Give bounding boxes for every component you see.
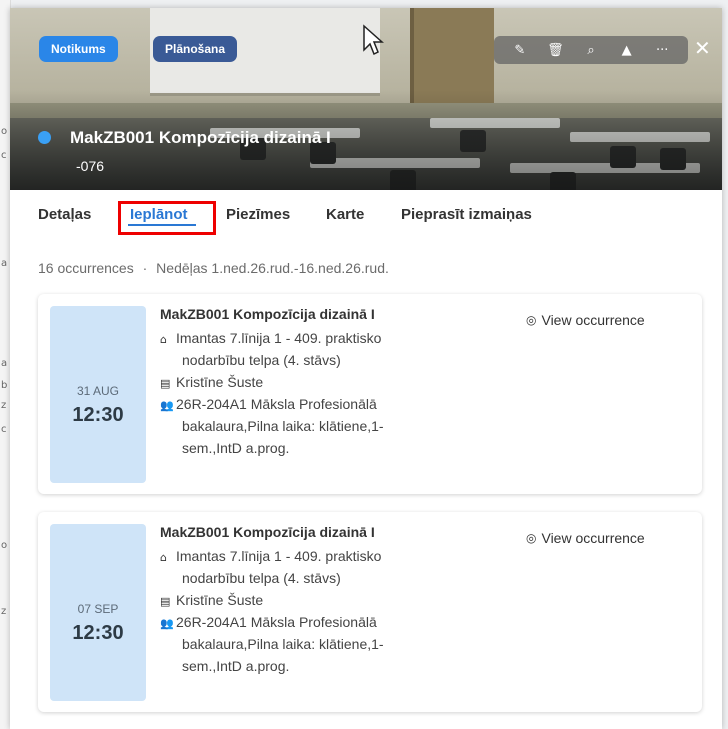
- group-line: 👥 26R-204A1 Māksla Profesionālā: [160, 396, 377, 412]
- tab-bar: Detaļas Ieplānot Piezīmes Karte Pieprasī…: [10, 8, 722, 223]
- teacher-line: ▤ Kristīne Šuste: [160, 592, 263, 608]
- alert-icon[interactable]: ▲: [617, 43, 637, 58]
- tab-karte[interactable]: Karte: [326, 206, 364, 223]
- occurrence-card: 31 AUG 12:30 MakZB001 Kompozīcija dizain…: [38, 294, 702, 494]
- location-text: Imantas 7.līnija 1 - 409. praktisko: [176, 548, 382, 564]
- summary-separator: ·: [142, 260, 148, 276]
- pencil-icon[interactable]: ✎: [510, 43, 530, 58]
- search-icon[interactable]: ⌕: [581, 43, 601, 58]
- eye-icon: ◎: [526, 313, 537, 327]
- event-detail-panel: Notikums Plānošana ✎ 🗑 ⌕ ▲ ··· ✕ MakZB00…: [10, 8, 722, 729]
- trash-icon[interactable]: 🗑: [545, 43, 565, 58]
- view-occurrence-label: View occurrence: [541, 530, 645, 546]
- occurrence-title: MakZB001 Kompozīcija dizainā I: [160, 306, 375, 322]
- occurrence-time: 12:30: [72, 404, 124, 426]
- building-icon: ⌂: [160, 551, 167, 564]
- group-text: 26R-204A1 Māksla Profesionālā: [176, 396, 377, 412]
- id-card-icon: ▤: [160, 595, 171, 608]
- tab-pieprasit-izmainas[interactable]: Pieprasīt izmaiņas: [401, 206, 532, 223]
- view-occurrence-label: View occurrence: [541, 312, 645, 328]
- close-icon[interactable]: ✕: [694, 36, 711, 60]
- date-block: 31 AUG 12:30: [50, 306, 146, 483]
- status-dot: [38, 131, 51, 144]
- id-card-icon: ▤: [160, 377, 171, 390]
- occurrence-summary: 16 occurrences · Nedēļas 1.ned.26.rud.-1…: [38, 260, 389, 276]
- date-block: 07 SEP 12:30: [50, 524, 146, 701]
- group-text: 26R-204A1 Māksla Profesionālā: [176, 614, 377, 630]
- occurrence-date: 07 SEP: [77, 602, 119, 616]
- tab-detalas[interactable]: Detaļas: [38, 206, 91, 223]
- group-text-cont: sem.,IntD a.prog.: [182, 440, 290, 456]
- group-text-cont: sem.,IntD a.prog.: [182, 658, 290, 674]
- location-text-cont: nodarbību telpa (4. stāvs): [182, 352, 341, 368]
- event-title: MakZB001 Kompozīcija dizainā I: [70, 128, 331, 147]
- group-icon: 👥: [160, 399, 174, 412]
- teacher-line: ▤ Kristīne Šuste: [160, 374, 263, 390]
- group-text-cont: bakalaura,Pilna laika: klātiene,1-: [182, 418, 384, 434]
- view-occurrence-link[interactable]: ◎ View occurrence: [526, 530, 645, 546]
- occurrence-title: MakZB001 Kompozīcija dizainā I: [160, 524, 375, 540]
- week-range: Nedēļas 1.ned.26.rud.-16.ned.26.rud.: [156, 260, 389, 276]
- occurrence-card: 07 SEP 12:30 MakZB001 Kompozīcija dizain…: [38, 512, 702, 712]
- badge-planosana[interactable]: Plānošana: [153, 36, 238, 62]
- eye-icon: ◎: [526, 531, 537, 545]
- event-subtitle: -076: [76, 158, 105, 174]
- location-text: Imantas 7.līnija 1 - 409. praktisko: [176, 330, 382, 346]
- header-toolbar: ✎ 🗑 ⌕ ▲ ···: [494, 36, 688, 64]
- teacher-name: Kristīne Šuste: [176, 374, 264, 390]
- badge-notikums[interactable]: Notikums: [39, 36, 118, 62]
- occurrence-count: 16 occurrences: [38, 260, 134, 276]
- view-occurrence-link[interactable]: ◎ View occurrence: [526, 312, 645, 328]
- highlight-annotation: [118, 201, 216, 235]
- more-icon[interactable]: ···: [652, 43, 672, 58]
- group-icon: 👥: [160, 617, 174, 630]
- tab-piezimes[interactable]: Piezīmes: [226, 206, 290, 223]
- group-text-cont: bakalaura,Pilna laika: klātiene,1-: [182, 636, 384, 652]
- location-line: ⌂ Imantas 7.līnija 1 - 409. praktisko: [160, 330, 381, 346]
- location-text-cont: nodarbību telpa (4. stāvs): [182, 570, 341, 586]
- building-icon: ⌂: [160, 333, 167, 346]
- occurrence-time: 12:30: [72, 622, 124, 644]
- teacher-name: Kristīne Šuste: [176, 592, 264, 608]
- occurrence-date: 31 AUG: [76, 384, 120, 398]
- group-line: 👥 26R-204A1 Māksla Profesionālā: [160, 614, 377, 630]
- location-line: ⌂ Imantas 7.līnija 1 - 409. praktisko: [160, 548, 381, 564]
